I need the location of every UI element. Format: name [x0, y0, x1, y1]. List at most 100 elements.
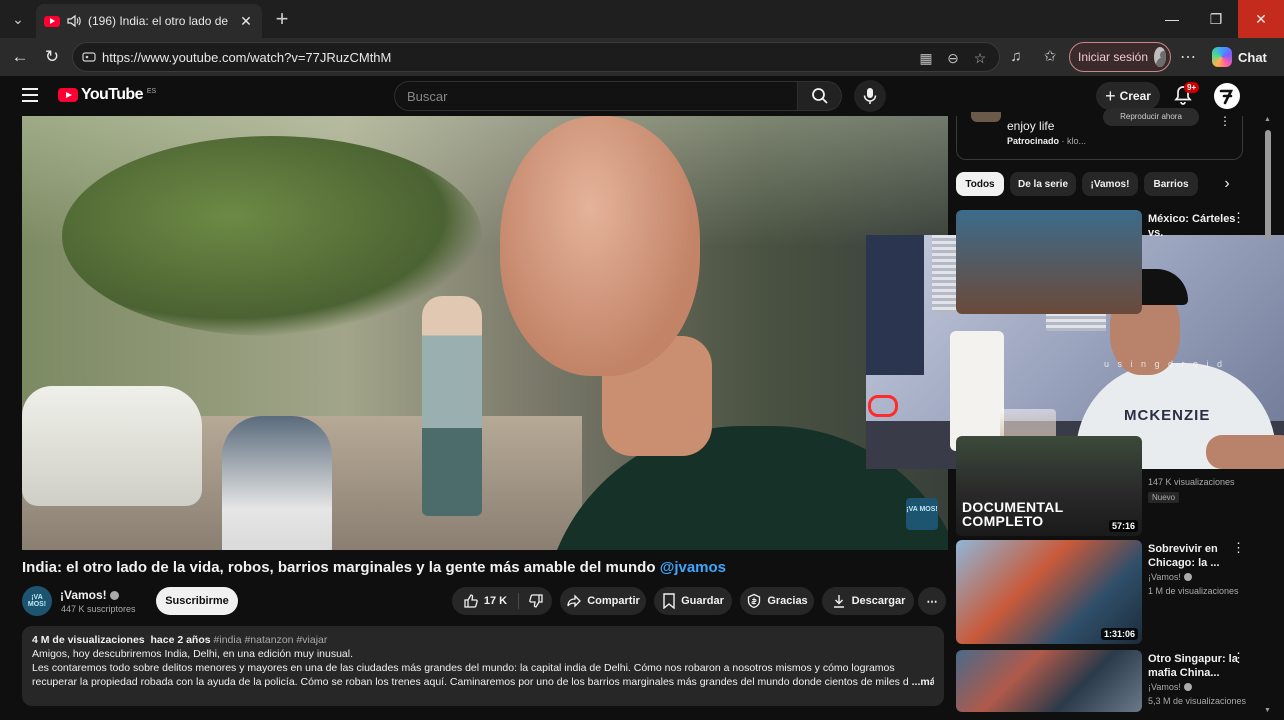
new-tab-button[interactable]: + — [270, 6, 294, 32]
recommended-video[interactable]: 1:31:06 Sobrevivir en Chicago: la ... ¡V… — [956, 540, 1256, 644]
chip-de-la-serie[interactable]: De la serie — [1010, 172, 1076, 196]
copilot-chat-button[interactable]: Chat — [1206, 42, 1276, 72]
scroll-down-icon[interactable]: ▼ — [1264, 707, 1271, 714]
channel-watermark[interactable]: ¡VA MOS! — [906, 498, 938, 530]
notification-badge: 9+ — [1184, 82, 1200, 93]
dislike-button[interactable] — [519, 587, 552, 615]
browser-menu-icon[interactable]: ⋯ — [1180, 47, 1196, 67]
favorite-star-icon[interactable]: ☆ — [971, 49, 989, 67]
reload-icon[interactable]: ↻ — [40, 46, 64, 68]
notifications-button[interactable]: 9+ — [1172, 82, 1200, 108]
subscribe-button[interactable]: Suscribirme — [156, 587, 238, 615]
rec-thumbnail[interactable] — [956, 210, 1142, 314]
address-bar[interactable]: https://www.youtube.com/watch?v=77JRuzCM… — [72, 42, 1000, 72]
create-button[interactable]: + Crear — [1096, 82, 1160, 110]
recommended-video[interactable]: DOCUMENTAL COMPLETO 57:16 147 K visualiza… — [956, 432, 1256, 536]
chip-barrios[interactable]: Barrios — [1144, 172, 1198, 196]
search-button[interactable] — [798, 81, 842, 111]
video-car — [22, 386, 202, 506]
browser-tab-bar: ⌄ (196) India: el otro lado de la vida ✕… — [0, 0, 1284, 38]
window-close-icon[interactable]: ✕ — [1238, 0, 1284, 38]
sidebar-scrollbar[interactable]: ▲ ▼ — [1264, 116, 1272, 714]
plus-icon: + — [1105, 86, 1116, 106]
favorites-icon[interactable]: ✩ — [1040, 48, 1060, 66]
rec-title[interactable]: México: Cárteles vs. — [1148, 212, 1244, 240]
site-info-icon[interactable] — [82, 50, 96, 64]
ad-thumbnail — [971, 112, 1001, 122]
voice-search-button[interactable] — [854, 80, 886, 112]
tab-close-icon[interactable]: ✕ — [238, 13, 254, 30]
ad-sponsor-line: Patrocinado · klo... — [1007, 136, 1086, 146]
recommended-video[interactable]: México: Cárteles vs. ⋮ — [956, 210, 1256, 314]
recommended-video[interactable]: Otro Singapur: la mafia China... ¡Vamos!… — [956, 650, 1256, 720]
channel-name-row[interactable]: ¡Vamos! — [60, 588, 119, 602]
scrollbar-thumb[interactable] — [1265, 130, 1271, 240]
url-text[interactable]: https://www.youtube.com/watch?v=77JRuzCM… — [102, 50, 391, 65]
channel-avatar[interactable]: ¡VA MOS! — [22, 586, 52, 616]
thanks-button[interactable]: Gracias — [740, 587, 814, 615]
rec-title[interactable]: Otro Singapur: la mafia China... — [1148, 652, 1244, 680]
speaker-icon[interactable] — [66, 13, 82, 29]
ad-sponsored-label: Patrocinado — [1007, 136, 1060, 146]
description-line: Amigos, hoy descubriremos India, Delhi, … — [32, 648, 354, 660]
video-player[interactable]: ¡VA MOS! — [22, 116, 948, 550]
menu-icon[interactable] — [22, 88, 38, 102]
video-bystander — [422, 296, 482, 516]
like-button[interactable]: 17 K — [452, 587, 518, 615]
download-button[interactable]: Descargar — [822, 587, 914, 615]
description-box[interactable]: 4 M de visualizaciones hace 2 años #indi… — [22, 626, 944, 706]
bookmark-icon — [663, 593, 675, 609]
ad-menu-icon[interactable]: ⋮ — [1219, 114, 1231, 128]
hashtags[interactable]: #india #natanzon #viajar — [214, 634, 328, 646]
verified-icon — [109, 591, 119, 600]
show-more-link[interactable]: ...más — [912, 676, 934, 688]
browser-tab-active[interactable]: (196) India: el otro lado de la vida ✕ — [36, 4, 262, 38]
rec-thumbnail[interactable] — [956, 650, 1142, 712]
zoom-icon[interactable]: ⊖ — [944, 49, 962, 67]
video-title: India: el otro lado de la vida, robos, b… — [22, 559, 948, 576]
more-actions-button[interactable]: ⋯ — [918, 587, 946, 615]
ad-cta-button[interactable]: Reproducir ahora — [1103, 108, 1199, 126]
rec-channel-row[interactable]: ¡Vamos! — [1148, 572, 1192, 582]
signin-button[interactable]: Iniciar sesión — [1069, 42, 1171, 72]
save-button[interactable]: Guardar — [654, 587, 732, 615]
description-line-last: recuperar la propiedad robada con la ayu… — [32, 676, 934, 688]
thumb-text-line: COMPLETO — [962, 513, 1044, 529]
rec-channel-row[interactable]: ¡Vamos! — [1148, 682, 1192, 692]
video-trees — [62, 136, 482, 336]
chevron-right-icon[interactable]: › — [1218, 175, 1236, 193]
scroll-up-icon[interactable]: ▲ — [1264, 116, 1271, 123]
account-avatar[interactable] — [1214, 83, 1240, 109]
rec-thumbnail[interactable]: DOCUMENTAL COMPLETO 57:16 — [956, 436, 1142, 536]
upload-age: hace 2 años — [150, 634, 211, 646]
channel-mention-link[interactable]: @jvamos — [660, 559, 726, 576]
view-count: 4 M de visualizaciones — [32, 634, 145, 646]
sponsored-ad-card[interactable]: Reproducir ahora ⋮ enjoy life Patrocinad… — [956, 108, 1243, 160]
rec-menu-icon[interactable]: ⋮ — [1232, 650, 1245, 666]
rec-title[interactable]: Sobrevivir en Chicago: la ... — [1148, 542, 1244, 570]
restore-icon[interactable]: ❐ — [1194, 0, 1238, 38]
chip-todos[interactable]: Todos — [956, 172, 1004, 196]
description-meta: 4 M de visualizaciones hace 2 años #indi… — [32, 634, 934, 646]
share-button[interactable]: Compartir — [560, 587, 646, 615]
thumbs-up-icon — [464, 594, 478, 608]
rec-thumbnail[interactable]: 1:31:06 — [956, 540, 1142, 644]
youtube-logo[interactable]: YouTube ES — [58, 86, 156, 104]
rec-channel[interactable]: ¡Vamos! — [1148, 682, 1181, 692]
search-input[interactable] — [395, 82, 797, 111]
rec-views: 147 K visualizaciones — [1148, 477, 1235, 487]
microphone-icon — [863, 88, 877, 104]
rec-menu-icon[interactable]: ⋮ — [1232, 210, 1245, 226]
minimize-icon[interactable]: — — [1150, 0, 1194, 38]
window-controls: — ❐ ✕ — [1150, 0, 1284, 38]
media-control-icon[interactable]: ♫ — [1006, 48, 1026, 66]
rec-menu-icon[interactable]: ⋮ — [1232, 540, 1245, 556]
app-available-icon[interactable]: ▦ — [917, 49, 935, 67]
tab-list-chevron-icon[interactable]: ⌄ — [6, 8, 30, 30]
channel-name[interactable]: ¡Vamos! — [60, 588, 107, 602]
chip-vamos[interactable]: ¡Vamos! — [1082, 172, 1138, 196]
verified-icon — [1183, 573, 1192, 581]
rec-channel[interactable]: ¡Vamos! — [1148, 572, 1181, 582]
description-line-text: recuperar la propiedad robada con la ayu… — [32, 676, 909, 688]
back-arrow-icon[interactable]: ← — [8, 46, 32, 68]
